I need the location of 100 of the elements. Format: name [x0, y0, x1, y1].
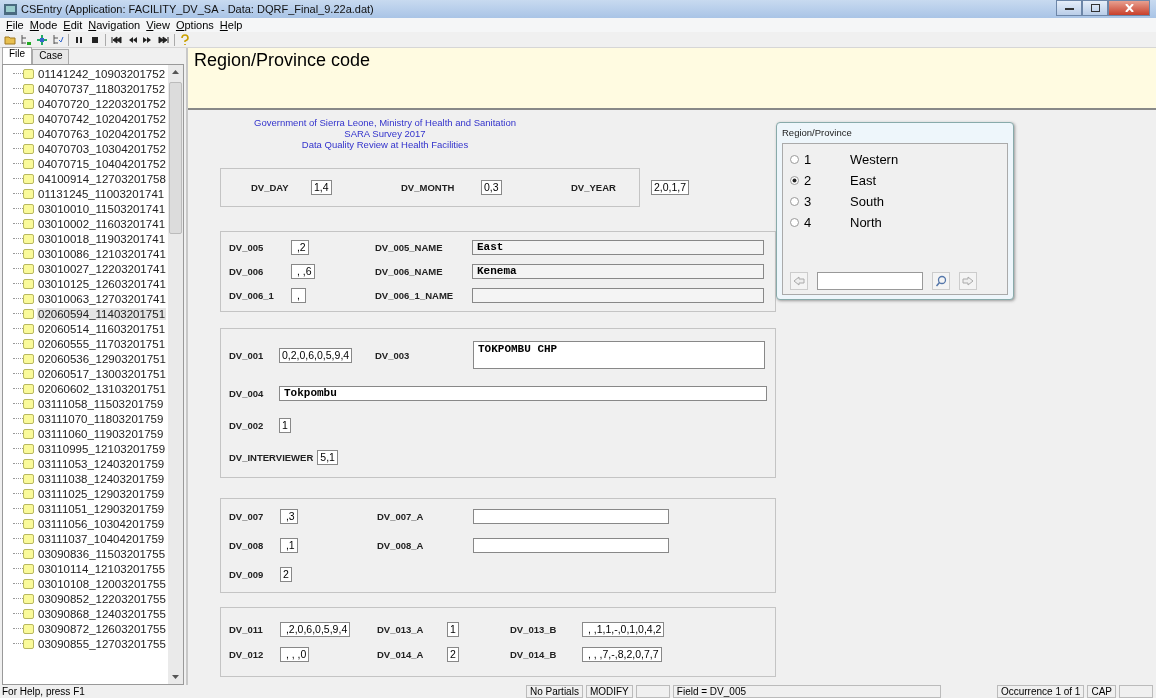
tree-item[interactable]: 01141242_10903201752 — [37, 67, 167, 80]
help-icon[interactable] — [179, 33, 191, 46]
radio-button[interactable] — [790, 197, 799, 206]
tree-item[interactable]: 03010108_12003201755 — [37, 577, 167, 590]
option-label[interactable]: South — [850, 194, 884, 209]
option-label[interactable]: Western — [850, 152, 899, 167]
menu-item[interactable]: Navigation — [85, 19, 144, 31]
tree-item[interactable]: 03010002_11603201741 — [37, 217, 167, 230]
tree-item[interactable]: 03010063_12703201741 — [37, 292, 167, 305]
tree-item[interactable]: 03111025_12903201759 — [37, 487, 166, 500]
tree-icon[interactable] — [20, 33, 32, 46]
tree-item[interactable]: 01131245_11003201741 — [37, 187, 166, 200]
search-button[interactable] — [932, 272, 950, 290]
first-icon[interactable] — [110, 33, 122, 46]
tree-item[interactable]: 04070720_12203201752 — [37, 97, 167, 110]
number-field[interactable]: , , ,0 — [280, 647, 310, 662]
menu-item[interactable]: View — [143, 19, 173, 31]
maximize-button[interactable] — [1082, 0, 1108, 16]
tree-item[interactable]: 04070763_10204201752 — [37, 127, 167, 140]
radio-button[interactable] — [790, 155, 799, 164]
radio-button[interactable] — [790, 218, 799, 227]
tree-item[interactable]: 03111060_11903201759 — [37, 427, 165, 440]
tree-item[interactable]: 03090872_12603201755 — [37, 622, 167, 635]
tree-item[interactable]: 02060555_11703201751 — [37, 337, 167, 350]
number-field[interactable]: , ,6 — [291, 264, 315, 279]
number-field[interactable]: 1,4 — [311, 180, 332, 195]
menu-item[interactable]: Help — [216, 19, 246, 31]
number-field[interactable]: 1 — [447, 622, 459, 637]
tree-item[interactable]: 03110995_12103201759 — [37, 442, 167, 455]
tree-item[interactable]: 04070715_10404201752 — [37, 157, 167, 170]
number-field[interactable]: 2,0,1,7 — [651, 180, 690, 195]
number-field[interactable]: ,2 — [291, 240, 309, 255]
tree-item[interactable]: 03010114_12103201755 — [37, 562, 167, 575]
status-panel: MODIFY — [585, 685, 633, 698]
scroll-down-icon[interactable] — [171, 672, 180, 681]
scrollbar[interactable] — [168, 65, 183, 684]
number-field[interactable]: 2 — [447, 647, 459, 662]
number-field[interactable]: 1 — [279, 418, 291, 433]
menu-item[interactable]: Options — [172, 19, 217, 31]
text-field[interactable]: TOKPOMBU CHP — [473, 341, 765, 369]
tree-item[interactable]: 04070737_11803201752 — [37, 82, 167, 95]
tree-item[interactable]: 04070742_10204201752 — [37, 112, 167, 125]
scroll-thumb[interactable] — [169, 82, 182, 234]
number-field[interactable]: 0,2,0,6,0,5,9,4 — [279, 347, 353, 363]
tree-item[interactable]: 02060536_12903201751 — [37, 352, 167, 365]
number-field[interactable]: ,1 — [280, 538, 298, 553]
option-label[interactable]: North — [850, 215, 882, 230]
number-field[interactable]: , ,1,1,-,0,1,0,4,2 — [582, 622, 665, 637]
text-field[interactable]: East — [472, 240, 764, 255]
text-field[interactable]: Kenema — [472, 264, 764, 279]
number-field[interactable]: 2 — [280, 567, 292, 582]
tree-item[interactable]: 03111053_12403201759 — [37, 457, 166, 470]
tree-item[interactable]: 03111037_10404201759 — [37, 532, 166, 545]
tree-item[interactable]: 04070703_10304201752 — [37, 142, 167, 155]
tree-item[interactable]: 03111058_11503201759 — [37, 397, 165, 410]
search-field[interactable] — [817, 272, 923, 290]
tree-item[interactable]: 02060602_13103201751 — [37, 382, 167, 395]
number-field[interactable]: ,3 — [280, 509, 298, 524]
tree-item[interactable]: 03010010_11503201741 — [37, 202, 167, 215]
number-field[interactable]: 5,1 — [317, 450, 338, 465]
option-label[interactable]: East — [850, 173, 876, 188]
tree-item[interactable]: 03010086_12103201741 — [37, 247, 167, 260]
menu-item[interactable]: File — [3, 19, 27, 31]
number-field[interactable]: ,2,0,6,0,5,9,4 — [280, 622, 351, 637]
text-field[interactable] — [472, 288, 764, 303]
tree-item[interactable]: 03010027_12203201741 — [37, 262, 167, 275]
add-icon[interactable] — [36, 33, 48, 46]
tree-item[interactable]: 03090855_12703201755 — [37, 637, 167, 650]
scroll-up-icon[interactable] — [171, 68, 180, 77]
last-icon[interactable] — [158, 33, 170, 46]
tree-item[interactable]: 03090868_12403201755 — [37, 607, 167, 620]
number-field[interactable]: , — [291, 288, 306, 303]
open-icon[interactable] — [4, 33, 16, 46]
tree-item[interactable]: 03090852_12203201755 — [37, 592, 167, 605]
tree-item[interactable]: 03010018_11903201741 — [37, 232, 167, 245]
tree-item[interactable]: 03090836_11503201755 — [37, 547, 167, 560]
tree-item[interactable]: 03111038_12403201759 — [37, 472, 166, 485]
radio-button[interactable] — [790, 176, 799, 185]
tree-item[interactable]: 03111056_10304201759 — [37, 517, 166, 530]
tree-item[interactable]: 04100914_12703201758 — [37, 172, 167, 185]
minimize-button[interactable] — [1056, 0, 1082, 16]
number-field[interactable]: , , ,7,-,8,2,0,7,7 — [582, 647, 662, 662]
tree-item[interactable]: 03111051_12903201759 — [37, 502, 166, 515]
option-code: 4 — [804, 215, 813, 230]
tree-item[interactable]: 03010125_12603201741 — [37, 277, 167, 290]
tab[interactable]: Case — [32, 49, 70, 64]
text-field[interactable] — [473, 538, 669, 553]
text-field[interactable]: Tokpombu — [279, 386, 767, 401]
check-icon[interactable] — [52, 33, 64, 46]
form-heading: Government of Sierra Leone, Ministry of Health and Sanitation — [254, 117, 516, 128]
tree-item[interactable]: 02060594_11403201751 — [37, 307, 167, 320]
menu-item[interactable]: Edit — [60, 19, 86, 31]
menu-item[interactable]: Mode — [26, 19, 61, 31]
tree-item[interactable]: 02060517_13003201751 — [37, 367, 167, 380]
tree-item[interactable]: 03111070_11803201759 — [37, 412, 165, 425]
close-button[interactable] — [1108, 0, 1150, 16]
text-field[interactable] — [473, 509, 669, 524]
tree-item[interactable]: 02060514_11603201751 — [37, 322, 167, 335]
number-field[interactable]: 0,3 — [481, 180, 502, 195]
tab[interactable]: File — [2, 47, 33, 64]
